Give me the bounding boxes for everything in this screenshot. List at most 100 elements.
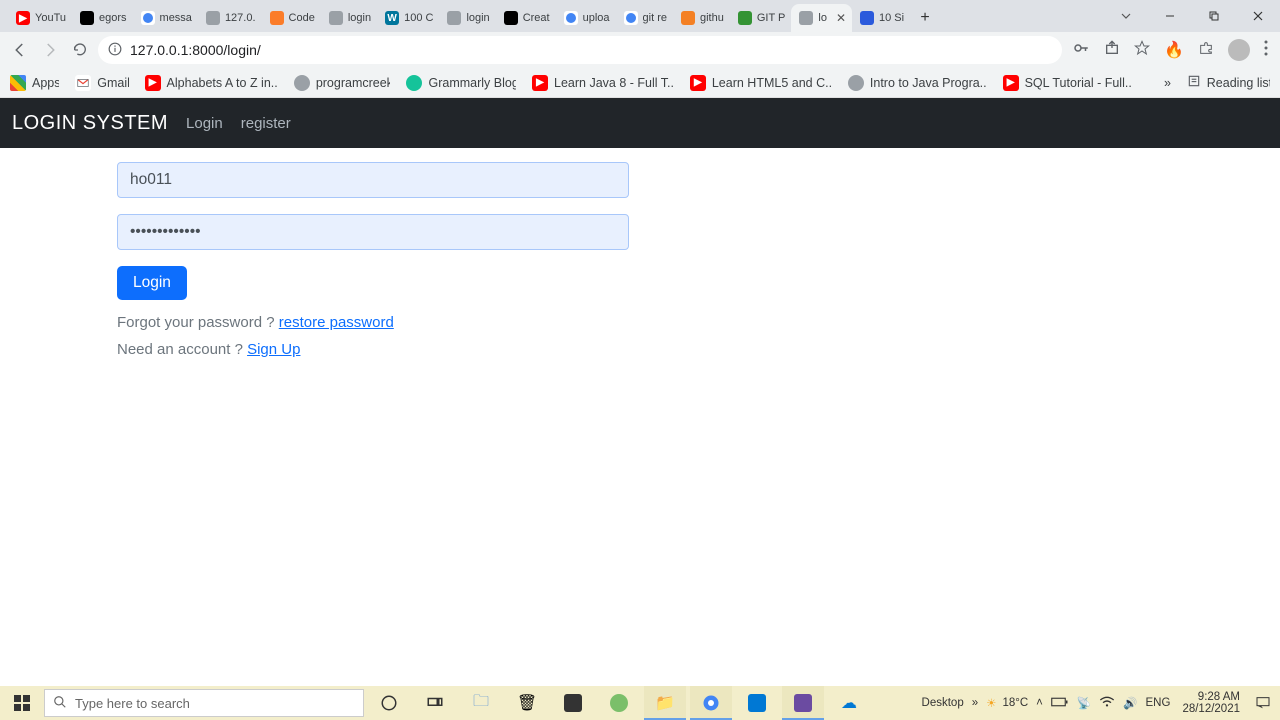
app-icon-1[interactable]: 🗑 [506,686,548,720]
tab-local1[interactable]: 127.0. [198,4,262,32]
tab-label: login [348,12,371,24]
tab-google[interactable]: messa [133,4,198,32]
restore-password-link[interactable]: restore password [279,314,394,331]
tab-label: git re [643,12,667,24]
bookmark-label: Gmail [97,76,128,90]
bookmark-gmail[interactable]: Gmail [75,75,128,91]
bookmarks-bar: Apps Gmail ▶Alphabets A to Z in... progr… [0,68,1280,98]
app-icon-2[interactable] [552,686,594,720]
vscode-icon[interactable] [736,686,778,720]
share-icon[interactable] [1104,40,1120,61]
extension-icon[interactable]: 🔥 [1164,40,1184,60]
bookmark-intro-java[interactable]: Intro to Java Progra... [848,75,987,91]
task-view-icon[interactable] [414,686,456,720]
tab-label: messa [160,12,192,24]
app-icon-3[interactable] [598,686,640,720]
file-explorer-icon[interactable]: 🗀 [460,686,502,720]
desktop-toolbar[interactable]: Desktop [922,697,964,709]
forward-button[interactable] [38,38,62,62]
bookmark-programcreek[interactable]: programcreek [294,75,391,91]
battery-icon[interactable] [1051,696,1069,711]
bookmark-alphabets[interactable]: ▶Alphabets A to Z in... [145,75,278,91]
bookmark-grammarly[interactable]: Grammarly Blog [406,75,516,91]
tab-label: login [466,12,489,24]
site-info-icon[interactable] [108,42,122,59]
tab-gitp[interactable]: GIT P [730,4,792,32]
password-input[interactable] [117,214,629,250]
reading-list-button[interactable]: Reading list [1187,74,1270,91]
bookmark-overflow[interactable]: » [1164,76,1171,90]
close-window-button[interactable] [1236,0,1280,32]
tab-wp[interactable]: W100 C [377,4,439,32]
bookmark-sql-tutorial[interactable]: ▶SQL Tutorial - Full... [1003,75,1132,91]
tray-overflow-icon[interactable]: » [972,697,978,709]
bookmark-star-icon[interactable] [1134,40,1150,61]
bookmark-learn-html[interactable]: ▶Learn HTML5 and C... [690,75,832,91]
url-text: 127.0.0.1:8000/login/ [130,42,261,58]
minimize-button[interactable] [1148,0,1192,32]
tab-login1[interactable]: login [321,4,377,32]
tabs-dropdown-icon[interactable] [1104,0,1148,32]
tab-active-login[interactable]: lo✕ [791,4,852,32]
tab-youtube[interactable]: ▶YouTu [8,4,72,32]
profile-avatar[interactable] [1228,39,1250,61]
tab-github2[interactable]: Creat [496,4,556,32]
bookmark-learn-java[interactable]: ▶Learn Java 8 - Full T... [532,75,674,91]
tab-login2[interactable]: login [439,4,495,32]
tab-upload[interactable]: uploa [556,4,616,32]
youtube-icon: ▶ [532,75,548,91]
action-center-icon[interactable] [1252,692,1274,714]
maximize-button[interactable] [1192,0,1236,32]
cortana-icon[interactable] [368,686,410,720]
tab-gitre[interactable]: git re [616,4,673,32]
onedrive-icon[interactable]: ☁ [828,686,870,720]
reload-button[interactable] [68,38,92,62]
new-tab-button[interactable]: + [910,4,938,32]
extensions-puzzle-icon[interactable] [1198,40,1214,61]
window-controls [1104,0,1280,32]
menu-dots-icon[interactable] [1264,40,1268,61]
weather-widget[interactable]: ☀18°C [986,696,1028,710]
close-tab-icon[interactable]: ✕ [836,11,846,25]
taskbar-clock[interactable]: 9:28 AM 28/12/2021 [1178,691,1244,715]
network-icon[interactable]: 📡 [1077,696,1091,710]
tab-github[interactable]: egors [72,4,133,32]
weather-temp: 18°C [1002,697,1028,709]
tray-chevron-icon[interactable]: ˄ [1036,697,1043,709]
navbar-brand[interactable]: LOGIN SYSTEM [12,112,168,135]
tab-label: Code [289,12,315,24]
nav-register[interactable]: register [241,115,291,132]
tab-label: GIT P [757,12,786,24]
address-bar[interactable]: 127.0.0.1:8000/login/ [98,36,1062,64]
bookmark-apps[interactable]: Apps [10,75,59,91]
chrome-icon[interactable] [690,686,732,720]
wifi-icon[interactable] [1099,696,1115,711]
chevron-right-icon: » [1164,76,1171,90]
forgot-password-line: Forgot your password ? restore password [117,314,629,331]
back-button[interactable] [8,38,32,62]
login-button[interactable]: Login [117,266,187,300]
tab-xampp[interactable]: Code [262,4,321,32]
language-indicator[interactable]: ENG [1146,697,1171,709]
app-navbar: LOGIN SYSTEM Login register [0,98,1280,148]
sign-up-link[interactable]: Sign Up [247,341,300,358]
start-button[interactable] [0,686,44,720]
grammarly-icon [406,75,422,91]
folder-icon[interactable]: 📁 [644,686,686,720]
tab-10si[interactable]: 10 Si [852,4,910,32]
password-key-icon[interactable] [1072,39,1090,62]
browser-chrome: ▶YouTu egors messa 127.0. Code login W10… [0,0,1280,98]
nav-login[interactable]: Login [186,115,223,132]
username-input[interactable] [117,162,629,198]
gmail-icon [75,75,91,91]
tab-so[interactable]: githu [673,4,730,32]
volume-icon[interactable]: 🔊 [1123,696,1137,710]
page-viewport: LOGIN SYSTEM Login register Login Forgot… [0,98,1280,686]
apps-icon [10,75,26,91]
youtube-icon: ▶ [145,75,161,91]
windows-taskbar: Type here to search 🗀 🗑 📁 ☁ Desktop » ☀1… [0,686,1280,720]
taskbar-search[interactable]: Type here to search [44,689,364,717]
clock-date: 28/12/2021 [1182,703,1240,715]
app-icon-4[interactable] [782,686,824,720]
address-bar-row: 127.0.0.1:8000/login/ 🔥 [0,32,1280,68]
